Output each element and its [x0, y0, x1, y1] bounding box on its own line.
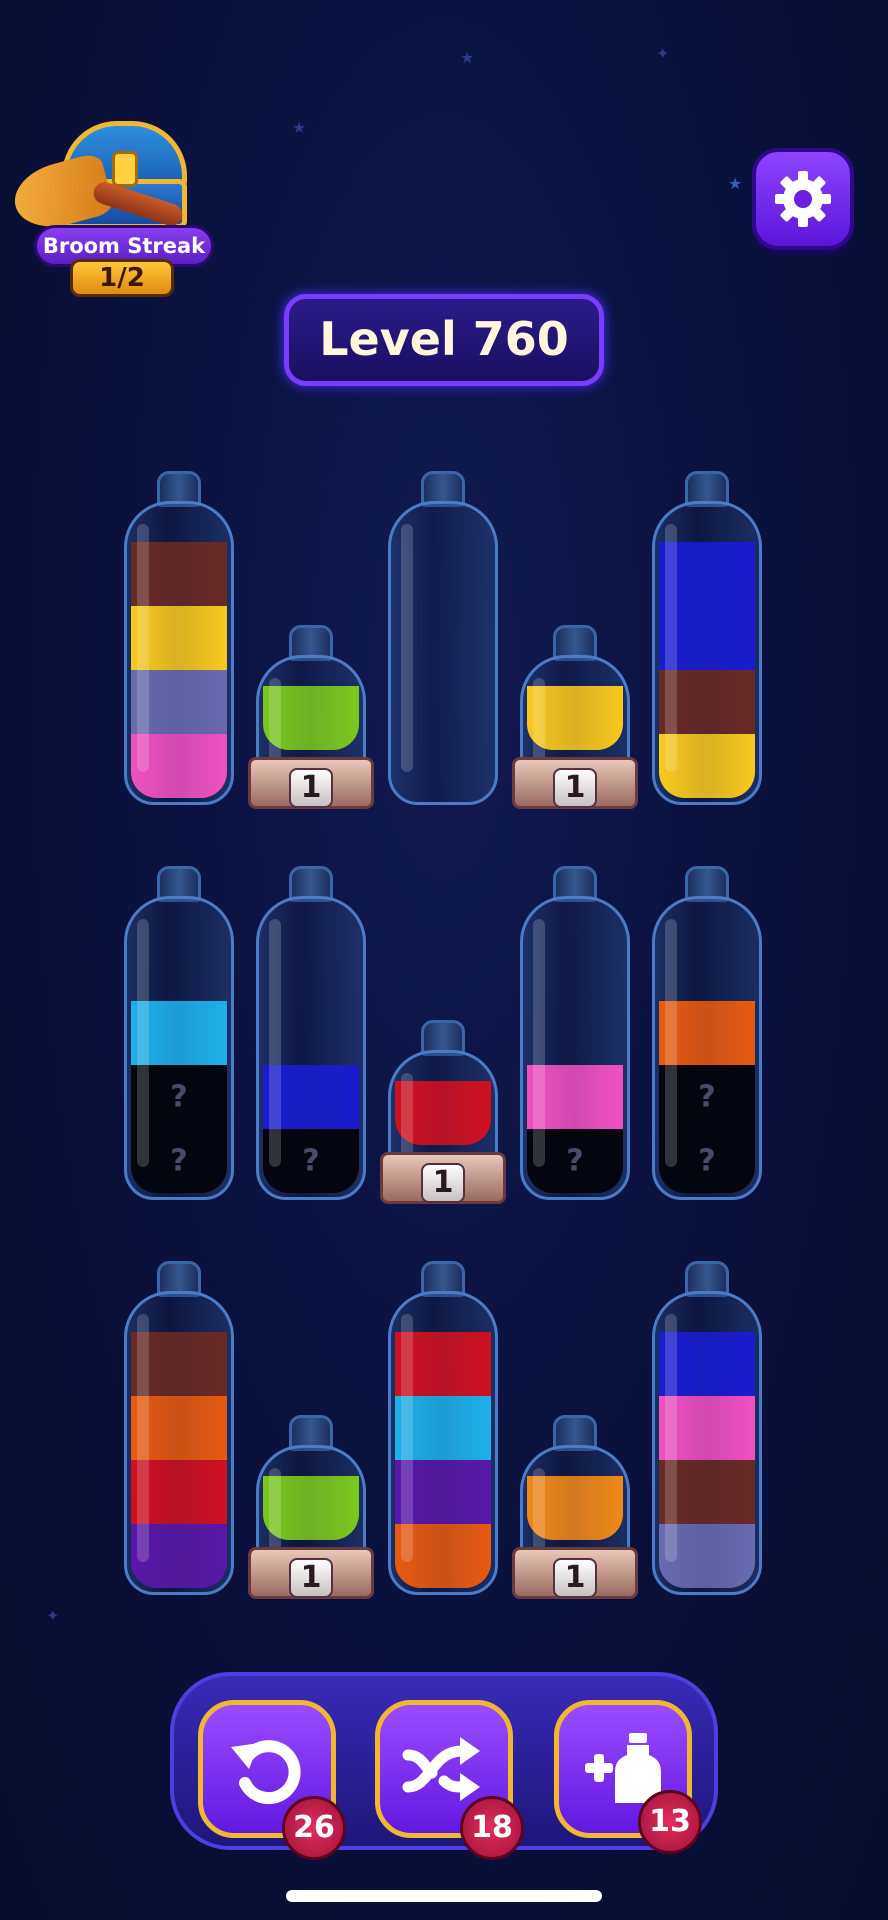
bottle-glass: [388, 501, 498, 805]
glass-shine: [269, 919, 281, 1167]
bottle-r1c3[interactable]: [388, 471, 498, 805]
bottle-glass: [124, 501, 234, 805]
star-decoration: ★: [728, 174, 743, 193]
glass-shine: [137, 1314, 149, 1562]
glass-shine: [137, 919, 149, 1167]
bottle-glass: ??: [124, 896, 234, 1200]
bottle-pedestal: 1: [248, 757, 374, 809]
star-decoration: ✦: [656, 44, 670, 63]
bottle-r2c4[interactable]: ?: [520, 866, 630, 1200]
bottle-glass: [388, 1291, 498, 1595]
star-decoration: ★: [460, 48, 475, 67]
lock-icon: [112, 151, 138, 187]
undo-count-badge: 26: [282, 1796, 346, 1860]
glass-shine: [401, 524, 413, 772]
level-label: Level 760: [284, 294, 604, 386]
bottle-r2c3[interactable]: 1: [380, 1020, 506, 1204]
bottle-pedestal: 1: [248, 1547, 374, 1599]
glass-shine: [533, 919, 545, 1167]
home-indicator[interactable]: [286, 1890, 602, 1902]
glass-shine: [665, 524, 677, 772]
bottle-r3c1[interactable]: [124, 1261, 234, 1595]
bottle-r1c2[interactable]: 1: [248, 625, 374, 809]
glass-shine: [401, 1314, 413, 1562]
bottle-glass: [124, 1291, 234, 1595]
bottle-glass: ??: [652, 896, 762, 1200]
bottle-r2c1[interactable]: ??: [124, 866, 234, 1200]
pedestal-count: 1: [421, 1163, 465, 1203]
bottle-r2c2[interactable]: ?: [256, 866, 366, 1200]
pedestal-count: 1: [289, 1558, 333, 1598]
bottle-r3c3[interactable]: [388, 1261, 498, 1595]
broom-streak-widget[interactable]: Broom Streak 1/2: [7, 115, 214, 305]
glass-shine: [665, 1314, 677, 1562]
bottle-r1c1[interactable]: [124, 471, 234, 805]
add-bottle-count-badge: 13: [638, 1790, 702, 1854]
pedestal-count: 1: [553, 768, 597, 808]
bottle-glass: ?: [520, 896, 630, 1200]
bottle-glass: [652, 1291, 762, 1595]
bottle-r3c4[interactable]: 1: [512, 1415, 638, 1599]
bottle-r3c2[interactable]: 1: [248, 1415, 374, 1599]
streak-count: 1/2: [70, 259, 174, 297]
bottle-pedestal: 1: [512, 1547, 638, 1599]
star-decoration: ★: [292, 118, 307, 137]
bottle-r2c5[interactable]: ??: [652, 866, 762, 1200]
bottle-r1c4[interactable]: 1: [512, 625, 638, 809]
glass-shine: [665, 919, 677, 1167]
bottle-pedestal: 1: [380, 1152, 506, 1204]
bottle-pedestal: 1: [512, 757, 638, 809]
pedestal-count: 1: [553, 1558, 597, 1598]
settings-button[interactable]: [752, 148, 854, 250]
bottle-glass: ?: [256, 896, 366, 1200]
star-decoration: ✦: [46, 1606, 60, 1625]
gear-icon: [775, 171, 831, 227]
bottle-r1c5[interactable]: [652, 471, 762, 805]
glass-shine: [137, 524, 149, 772]
bottle-r3c5[interactable]: [652, 1261, 762, 1595]
shuffle-count-badge: 18: [460, 1796, 524, 1860]
bottle-glass: [652, 501, 762, 805]
pedestal-count: 1: [289, 768, 333, 808]
